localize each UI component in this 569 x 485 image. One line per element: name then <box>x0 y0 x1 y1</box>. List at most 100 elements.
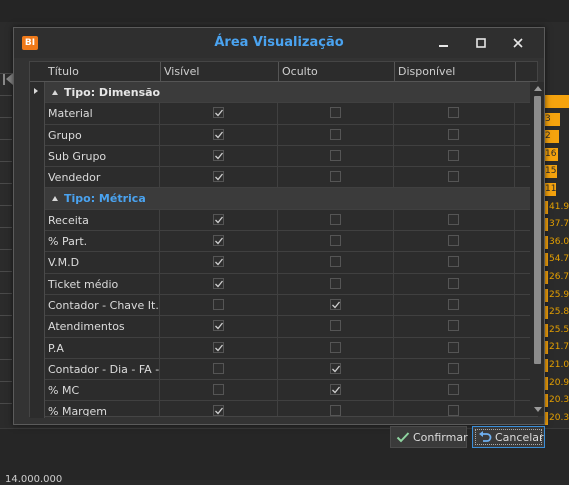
group-row[interactable]: Tipo: Métrica <box>45 188 530 210</box>
oculto-checkbox[interactable] <box>329 341 341 353</box>
maximize-icon <box>476 38 486 48</box>
group-row-text: Tipo: Métrica <box>64 192 146 206</box>
oculto-checkbox[interactable] <box>329 384 341 396</box>
disponivel-checkbox[interactable] <box>448 384 459 396</box>
visivel-checkbox[interactable] <box>212 235 224 247</box>
row-title-cell: Contador - Chave It... <box>45 294 160 316</box>
table-row[interactable]: V.M.D <box>45 252 530 274</box>
table-row[interactable]: Material <box>45 103 530 125</box>
disponivel-checkbox[interactable] <box>448 128 459 140</box>
row-title-cell: V.M.D <box>45 252 160 274</box>
visualization-grid: Título Visível Oculto Disponível Tipo: D… <box>29 61 544 418</box>
visivel-checkbox[interactable] <box>212 405 224 416</box>
disponivel-checkbox[interactable] <box>448 171 459 183</box>
table-row[interactable]: Contador - Dia - FA -... <box>45 358 530 381</box>
oculto-checkbox[interactable] <box>329 298 341 310</box>
close-icon <box>513 38 523 48</box>
visivel-checkbox[interactable] <box>212 128 224 140</box>
visivel-checkbox[interactable] <box>212 384 224 396</box>
visivel-cell <box>160 358 278 380</box>
disponivel-checkbox[interactable] <box>448 298 459 310</box>
disponivel-checkbox[interactable] <box>448 256 459 268</box>
oculto-checkbox[interactable] <box>329 277 341 289</box>
table-row[interactable]: P.A <box>45 337 530 359</box>
disponivel-checkbox[interactable] <box>448 149 459 161</box>
table-row[interactable]: % Margem <box>45 401 530 416</box>
confirm-button[interactable]: Confirmar <box>390 426 468 448</box>
checkmark-icon <box>214 173 223 181</box>
visivel-checkbox[interactable] <box>212 320 224 332</box>
row-title-cell: Receita <box>45 209 160 231</box>
cancel-button[interactable]: Cancelar <box>472 426 545 448</box>
visivel-checkbox[interactable] <box>212 277 224 289</box>
table-row[interactable]: % Part. <box>45 231 530 253</box>
visivel-checkbox[interactable] <box>212 256 224 268</box>
table-row[interactable]: Atendimentos <box>45 316 530 338</box>
table-row[interactable]: Ticket médio <box>45 273 530 295</box>
oculto-cell <box>278 145 394 167</box>
disponivel-cell <box>394 316 515 338</box>
visivel-cell <box>160 252 278 274</box>
group-row-label[interactable]: Tipo: Métrica <box>52 188 146 209</box>
table-row[interactable]: Vendedor <box>45 167 530 189</box>
visivel-checkbox[interactable] <box>212 362 224 374</box>
column-header-oculto[interactable]: Oculto <box>279 62 395 81</box>
oculto-checkbox[interactable] <box>329 107 341 119</box>
scroll-down-icon[interactable] <box>534 407 542 412</box>
disponivel-checkbox[interactable] <box>448 341 459 353</box>
background-bar: 21.0 <box>545 359 569 372</box>
visivel-checkbox[interactable] <box>212 341 224 353</box>
column-header-visivel[interactable]: Visível <box>161 62 279 81</box>
confirm-button-label: Confirmar <box>413 431 468 444</box>
oculto-checkbox[interactable] <box>329 128 341 140</box>
visivel-checkbox[interactable] <box>212 171 224 183</box>
oculto-checkbox[interactable] <box>329 320 341 332</box>
column-header-disponivel[interactable]: Disponível <box>395 62 516 81</box>
disponivel-cell <box>394 252 515 274</box>
group-row[interactable]: Tipo: Dimensão <box>45 82 530 104</box>
oculto-checkbox[interactable] <box>329 213 341 225</box>
oculto-checkbox[interactable] <box>329 256 341 268</box>
visivel-cell <box>160 167 278 189</box>
oculto-checkbox[interactable] <box>329 405 341 416</box>
maximize-button[interactable] <box>469 33 493 53</box>
group-row-label[interactable]: Tipo: Dimensão <box>52 82 160 103</box>
table-row[interactable]: Receita <box>45 209 530 232</box>
disponivel-checkbox[interactable] <box>448 277 459 289</box>
scroll-up-icon[interactable] <box>534 86 542 91</box>
visivel-cell <box>160 124 278 146</box>
oculto-checkbox[interactable] <box>329 362 341 374</box>
table-row[interactable]: Contador - Chave It... <box>45 294 530 317</box>
oculto-checkbox[interactable] <box>329 149 341 161</box>
disponivel-checkbox[interactable] <box>448 107 459 119</box>
disponivel-checkbox[interactable] <box>448 235 459 247</box>
background-bar: 20.3 <box>545 411 569 425</box>
oculto-checkbox[interactable] <box>329 171 341 183</box>
grid-rows: Tipo: Dimensão Material Grupo Sub Grupo Vend… <box>45 82 530 416</box>
disponivel-checkbox[interactable] <box>448 213 459 225</box>
table-row[interactable]: % MC <box>45 380 530 402</box>
oculto-checkbox[interactable] <box>329 235 341 247</box>
collapse-triangle-icon[interactable] <box>52 196 58 202</box>
dialog-titlebar[interactable]: BI Área Visualização <box>14 28 544 58</box>
visivel-checkbox[interactable] <box>212 149 224 161</box>
collapse-triangle-icon[interactable] <box>52 90 58 95</box>
visivel-checkbox[interactable] <box>212 213 224 225</box>
oculto-cell <box>278 231 394 253</box>
column-header-titulo[interactable]: Título <box>45 62 161 81</box>
visivel-cell <box>160 231 278 253</box>
vertical-scrollbar[interactable] <box>531 82 544 416</box>
disponivel-checkbox[interactable] <box>448 320 459 332</box>
row-title-cell: Atendimentos <box>45 316 160 338</box>
minimize-button[interactable] <box>432 33 456 53</box>
disponivel-cell <box>394 294 515 316</box>
background-toolbar <box>0 0 569 22</box>
visivel-checkbox[interactable] <box>212 107 224 119</box>
disponivel-checkbox[interactable] <box>448 362 459 374</box>
scrollbar-thumb[interactable] <box>534 96 541 364</box>
visivel-checkbox[interactable] <box>212 298 224 310</box>
table-row[interactable]: Grupo <box>45 124 530 146</box>
close-button[interactable] <box>506 33 530 53</box>
table-row[interactable]: Sub Grupo <box>45 145 530 168</box>
disponivel-checkbox[interactable] <box>448 405 459 416</box>
